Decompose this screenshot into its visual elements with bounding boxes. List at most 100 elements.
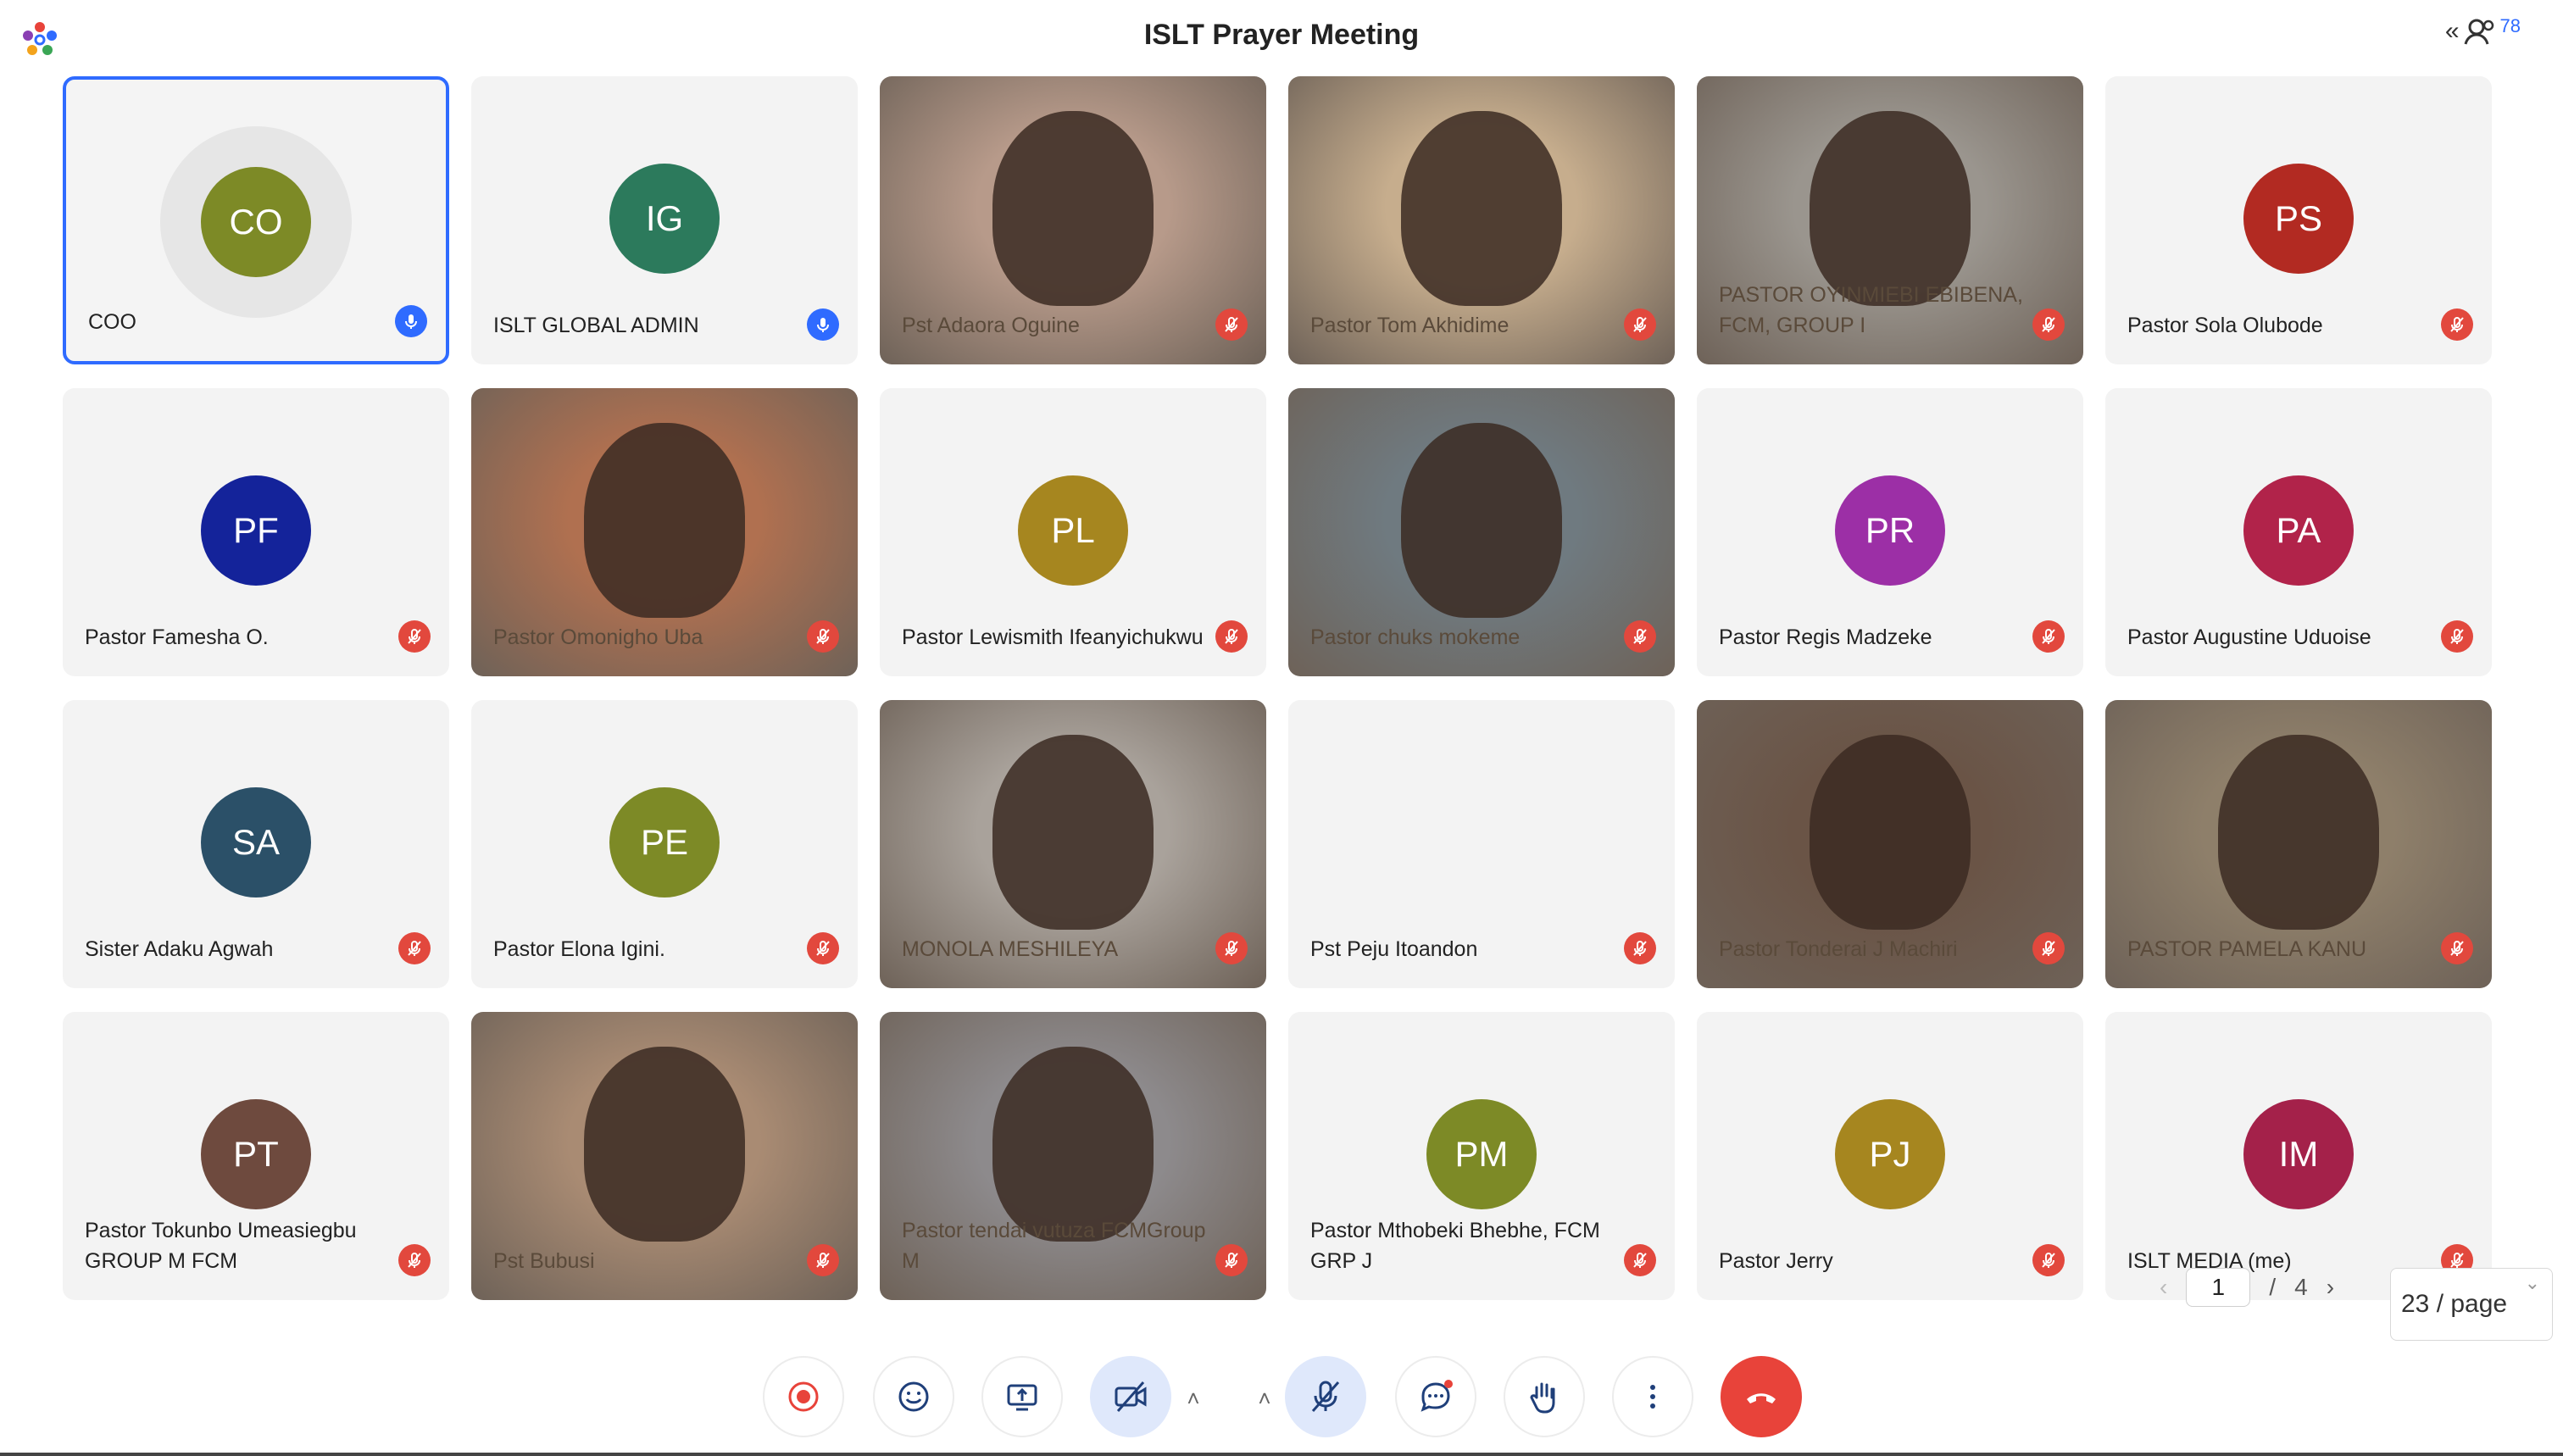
more-button[interactable] <box>1612 1356 1693 1437</box>
participant-tile[interactable]: Pst Adaora Oguine <box>880 76 1266 364</box>
raise-hand-button[interactable] <box>1504 1356 1585 1437</box>
mic-muted-icon <box>2032 932 2065 964</box>
mic-muted-icon <box>2441 308 2473 341</box>
reactions-button[interactable] <box>873 1356 954 1437</box>
participant-tile[interactable]: PA Pastor Augustine Uduoise <box>2105 388 2492 676</box>
avatar: SA <box>201 787 311 897</box>
participant-name: Pst Adaora Oguine <box>902 314 1080 337</box>
participant-tile[interactable]: PASTOR OYINMIEBI EBIBENA, FCM, GROUP I <box>1697 76 2083 364</box>
avatar: PT <box>201 1099 311 1209</box>
mic-muted-icon <box>807 1244 839 1276</box>
participant-tile[interactable]: Pastor tendai vutuza FCMGroup M <box>880 1012 1266 1300</box>
participant-tile[interactable]: Pastor Tonderai J Machiri <box>1697 700 2083 988</box>
mic-muted-icon <box>2032 620 2065 653</box>
chat-button[interactable] <box>1395 1356 1476 1437</box>
participant-tile[interactable]: PASTOR PAMELA KANU <box>2105 700 2492 988</box>
participant-name: Pastor Omonigho Uba <box>493 625 703 649</box>
participant-video <box>1810 735 1971 931</box>
mic-muted-icon <box>1215 1244 1248 1276</box>
participant-tile[interactable]: Pastor Tom Akhidime <box>1288 76 1675 364</box>
participant-tile[interactable]: CO COO <box>63 76 449 364</box>
participants-button[interactable]: « 78 <box>2445 15 2521 47</box>
camera-toggle-button[interactable] <box>1090 1356 1171 1437</box>
participant-name: PASTOR PAMELA KANU <box>2127 937 2367 961</box>
participant-video <box>1401 423 1562 619</box>
page-input[interactable]: 1 <box>2186 1268 2251 1307</box>
participant-tile[interactable]: SA Sister Adaku Agwah <box>63 700 449 988</box>
per-page-value: 23 / page <box>2401 1290 2508 1318</box>
participant-video <box>2218 735 2379 931</box>
page-total: 4 <box>2294 1274 2308 1300</box>
avatar: PL <box>1018 475 1128 586</box>
participant-tile[interactable]: PL Pastor Lewismith Ifeanyichukwu <box>880 388 1266 676</box>
next-page-icon[interactable]: › <box>2327 1274 2334 1301</box>
mic-muted-icon <box>1215 308 1248 341</box>
camera-options-chevron-icon[interactable]: ˄ <box>1176 1381 1210 1415</box>
participant-tile[interactable]: MONOLA MESHILEYA <box>880 700 1266 988</box>
participant-name: Pst Bubusi <box>493 1249 595 1273</box>
participant-tile[interactable]: PF Pastor Famesha O. <box>63 388 449 676</box>
participant-tile[interactable]: PT Pastor Tokunbo Umeasiegbu GROUP M FCM <box>63 1012 449 1300</box>
reactions-icon <box>898 1381 929 1412</box>
avatar: PA <box>2243 475 2354 586</box>
participant-tile[interactable]: PR Pastor Regis Madzeke <box>1697 388 2083 676</box>
chat-icon <box>1420 1380 1453 1412</box>
per-page-select[interactable]: 23 / page ⌄ <box>2390 1268 2553 1341</box>
avatar: PS <box>2243 164 2354 274</box>
participant-tile[interactable]: IM ISLT MEDIA (me) <box>2105 1012 2492 1300</box>
mic-muted-icon <box>1624 932 1656 964</box>
participant-tile[interactable]: PS Pastor Sola Olubode <box>2105 76 2492 364</box>
participant-tile[interactable]: Pastor chuks mokeme <box>1288 388 1675 676</box>
mic-muted-icon <box>1215 620 1248 653</box>
participant-video <box>992 111 1154 307</box>
share-screen-button[interactable] <box>981 1356 1063 1437</box>
participant-tile[interactable]: Pst Bubusi <box>471 1012 858 1300</box>
mic-muted-icon <box>398 932 431 964</box>
participant-name: COO <box>88 310 136 334</box>
participant-name: Pastor Sola Olubode <box>2127 314 2323 337</box>
prev-page-icon[interactable]: ‹ <box>2160 1274 2167 1301</box>
participant-name: Pastor tendai vutuza FCMGroup M <box>902 1219 1206 1273</box>
participant-tile[interactable]: Pastor Omonigho Uba <box>471 388 858 676</box>
participant-tile[interactable]: PJ Pastor Jerry <box>1697 1012 2083 1300</box>
participant-tile[interactable]: Pst Peju Itoandon <box>1288 700 1675 988</box>
mic-on-icon <box>807 308 839 341</box>
mic-muted-icon <box>1215 932 1248 964</box>
participant-name: Pastor Famesha O. <box>85 625 269 649</box>
participant-name: Sister Adaku Agwah <box>85 937 274 961</box>
participant-name: ISLT GLOBAL ADMIN <box>493 314 699 337</box>
participant-name: Pastor Tom Akhidime <box>1310 314 1509 337</box>
record-button[interactable] <box>763 1356 844 1437</box>
participant-tile[interactable]: IG ISLT GLOBAL ADMIN <box>471 76 858 364</box>
mic-muted-icon <box>1624 1244 1656 1276</box>
participant-tile[interactable]: PM Pastor Mthobeki Bhebhe, FCM GRP J <box>1288 1012 1675 1300</box>
participant-tile[interactable]: PE Pastor Elona Igini. <box>471 700 858 988</box>
end-call-button[interactable] <box>1721 1356 1802 1437</box>
raise-hand-icon <box>1530 1382 1555 1414</box>
mic-muted-icon <box>807 620 839 653</box>
participant-name: Pastor Regis Madzeke <box>1719 625 1932 649</box>
more-icon <box>1650 1385 1655 1409</box>
mic-muted-icon <box>807 932 839 964</box>
collapse-chevron-icon[interactable]: « <box>2445 17 2460 46</box>
participant-video <box>584 423 745 619</box>
mic-muted-icon <box>398 1244 431 1276</box>
participant-video <box>1401 111 1562 307</box>
participant-name: Pastor Elona Igini. <box>493 937 665 961</box>
meeting-toolbar: ˄ ˄ <box>0 1356 2563 1441</box>
mic-toggle-button[interactable] <box>1285 1356 1366 1437</box>
window-bottom-edge <box>0 1453 2563 1456</box>
mic-muted-icon <box>1624 620 1656 653</box>
mic-on-icon <box>395 305 427 337</box>
record-icon <box>788 1381 819 1412</box>
chevron-down-icon: ⌄ <box>2524 1272 2540 1293</box>
participant-name: Pastor Mthobeki Bhebhe, FCM GRP J <box>1310 1219 1600 1273</box>
avatar: PE <box>609 787 720 897</box>
mic-options-chevron-icon[interactable]: ˄ <box>1248 1381 1282 1415</box>
avatar: CO <box>201 167 311 277</box>
participant-name: PASTOR OYINMIEBI EBIBENA, FCM, GROUP I <box>1719 283 2023 337</box>
participant-name: Pst Peju Itoandon <box>1310 937 1478 961</box>
mic-muted-icon <box>2032 1244 2065 1276</box>
participant-name: Pastor Tokunbo Umeasiegbu GROUP M FCM <box>85 1219 357 1273</box>
avatar: IM <box>2243 1099 2354 1209</box>
